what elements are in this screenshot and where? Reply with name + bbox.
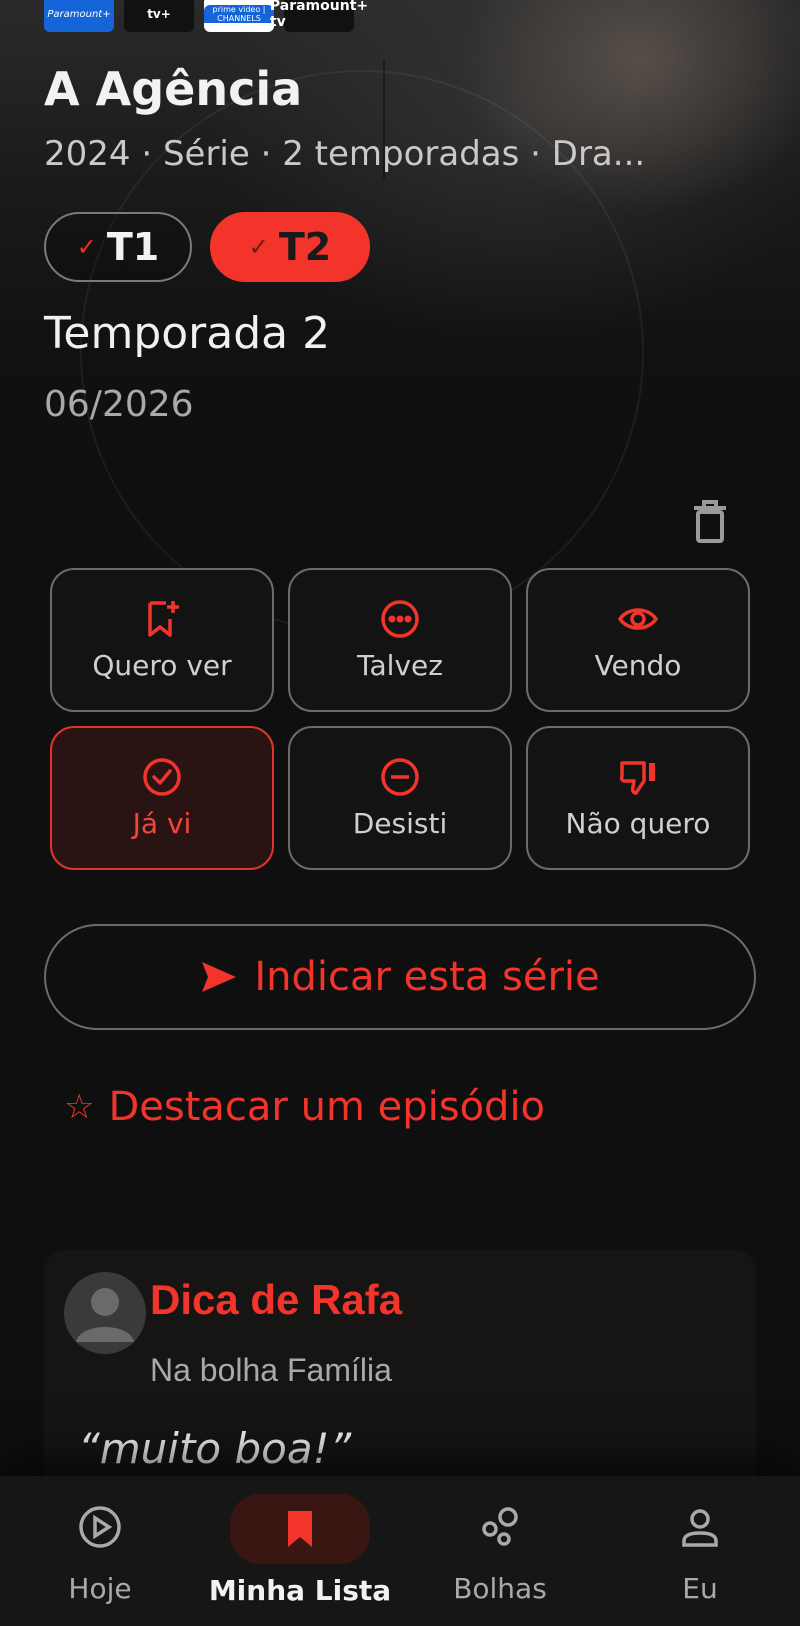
- more-circle-icon: [381, 599, 419, 638]
- streaming-providers: Paramount+ tv+ prime video | CHANNELS Pa…: [44, 0, 368, 32]
- status-quero-ver-button[interactable]: Quero ver: [50, 568, 274, 712]
- nav-icon-wrap: [660, 1500, 740, 1554]
- dica-quote: “muito boa!”: [78, 1424, 352, 1473]
- nav-item-minha-lista[interactable]: Minha Lista: [200, 1476, 400, 1626]
- show-title: A Agência: [44, 62, 303, 116]
- user-placeholder-icon: [76, 1288, 134, 1342]
- user-icon: [682, 1509, 718, 1547]
- nav-item-hoje[interactable]: Hoje: [0, 1476, 200, 1626]
- thumbs-down-icon: [619, 760, 655, 795]
- nav-label: Hoje: [68, 1572, 132, 1605]
- highlight-episode-button[interactable]: ☆ Destacar um episódio: [64, 1084, 545, 1130]
- dica-title: Dica de Rafa: [150, 1276, 403, 1323]
- nav-label: Eu: [682, 1572, 718, 1605]
- status-vendo-button[interactable]: Vendo: [526, 568, 750, 712]
- provider-logo[interactable]: prime video | CHANNELS: [204, 0, 274, 32]
- nav-item-eu[interactable]: Eu: [600, 1476, 800, 1626]
- check-circle-icon: [143, 757, 181, 796]
- show-meta: 2024 · Série · 2 temporadas · Dra...: [44, 134, 646, 174]
- provider-logo[interactable]: tv+: [124, 0, 194, 32]
- minus-circle-icon: [381, 757, 419, 796]
- recommend-label: Indicar esta série: [254, 954, 600, 1000]
- recommend-series-button[interactable]: Indicar esta série: [44, 924, 756, 1030]
- status-label: Desisti: [352, 806, 448, 840]
- season-chip-t1[interactable]: ✓ T1: [44, 212, 192, 282]
- season-chip-label: T2: [278, 225, 332, 269]
- status-talvez-button[interactable]: Talvez: [288, 568, 512, 712]
- season-date: 06/2026: [44, 384, 194, 425]
- nav-item-bolhas[interactable]: Bolhas: [400, 1476, 600, 1626]
- status-ja-vi-button[interactable]: Já vi: [50, 726, 274, 870]
- play-circle-icon: [79, 1506, 121, 1548]
- season-title: Temporada 2: [44, 308, 331, 359]
- status-desisti-button[interactable]: Desisti: [288, 726, 512, 870]
- eye-icon: [618, 607, 658, 630]
- status-nao-quero-button[interactable]: Não quero: [526, 726, 750, 870]
- status-label: Vendo: [594, 648, 682, 682]
- status-label: Quero ver: [92, 648, 232, 682]
- nav-icon-wrap: [60, 1500, 140, 1554]
- send-icon: [202, 962, 237, 992]
- season-chip-label: T1: [106, 225, 160, 269]
- bookmark-icon: [288, 1511, 312, 1547]
- status-label: Talvez: [357, 648, 443, 682]
- bottom-navigation: Hoje Minha Lista Bolhas Eu: [0, 1476, 800, 1626]
- provider-logo-text: prime video | CHANNELS: [204, 5, 274, 23]
- status-label: Não quero: [565, 806, 711, 840]
- highlight-label: Destacar um episódio: [108, 1084, 546, 1130]
- provider-logo[interactable]: Paramount+: [44, 0, 114, 32]
- trash-icon[interactable]: [690, 500, 730, 544]
- bookmark-plus-icon: [148, 600, 179, 637]
- dica-subtitle: Na bolha Família: [150, 1352, 392, 1388]
- provider-logo[interactable]: Paramount+ tv: [270, 0, 368, 32]
- status-label: Já vi: [132, 806, 192, 840]
- nav-icon-wrap: [230, 1494, 370, 1564]
- avatar[interactable]: [64, 1272, 146, 1354]
- season-chip-t2[interactable]: ✓ T2: [210, 212, 370, 282]
- nav-label: Bolhas: [453, 1572, 547, 1605]
- nav-icon-wrap: [460, 1500, 540, 1554]
- bubbles-icon: [482, 1507, 518, 1546]
- check-icon: ✓: [248, 233, 269, 261]
- check-icon: ✓: [76, 233, 97, 261]
- watch-status-grid: Quero ver Talvez Vendo Já vi Desisti Não…: [50, 568, 752, 870]
- nav-label: Minha Lista: [208, 1574, 392, 1607]
- star-icon: ☆: [64, 1087, 95, 1127]
